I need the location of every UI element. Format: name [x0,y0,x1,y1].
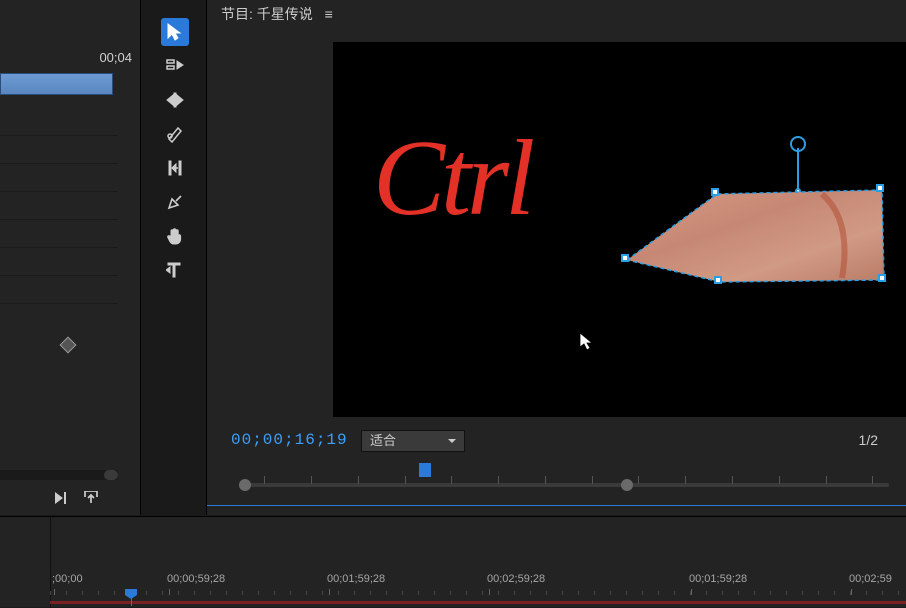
panel-active-underline [207,505,906,506]
razor-tool[interactable] [161,120,189,148]
scrub-range-end[interactable] [621,479,633,491]
zoom-fit-label: 适合 [370,433,396,448]
scrub-range-start[interactable] [239,479,251,491]
clip-bar[interactable] [0,73,113,95]
program-title[interactable]: 节目: 千星传说 ≡ [221,4,333,24]
track-row[interactable] [0,278,118,304]
selection-tool[interactable] [161,18,189,46]
track-row[interactable] [0,138,118,164]
panel-footer-icons [55,491,99,509]
scrub-playhead[interactable] [419,463,431,477]
corner-handle[interactable] [714,276,722,284]
program-scrubber[interactable] [231,465,899,495]
work-area-bar[interactable] [50,601,906,604]
type-tool[interactable] [161,256,189,284]
zoom-fit-dropdown[interactable]: 适合 [361,430,465,452]
track-row[interactable] [0,166,118,192]
ripple-edit-tool[interactable] [161,86,189,114]
tool-strip [151,10,199,510]
track-select-tool[interactable] [161,52,189,80]
scrub-track[interactable] [241,483,889,487]
timeline-playhead-head[interactable] [125,589,137,599]
mini-scrollbar[interactable] [0,470,118,480]
mini-scroll-thumb[interactable] [104,470,118,480]
track-row[interactable] [0,194,118,220]
hand-tool[interactable] [161,222,189,250]
zoom-fraction[interactable]: 1/2 [859,432,878,448]
track-row[interactable] [0,110,118,136]
ruler-label: 00;00;59;28 [167,573,225,585]
ruler-label: 00;01;59;28 [327,573,385,585]
timeline-panel: ;00;00 00;00;59;28 00;01;59;28 00;02;59;28 0… [0,516,906,607]
track-row[interactable] [0,250,118,276]
program-panel: 节目: 千星传说 ≡ Ctrl [206,0,906,515]
effects-panel: 00;04 [0,0,141,515]
track-row[interactable] [0,222,118,248]
ruler-label: 00;02;59;28 [487,573,545,585]
program-monitor[interactable]: Ctrl [333,42,906,417]
ruler-label: ;00;00 [52,573,83,585]
play-only-icon[interactable] [55,491,73,509]
mini-timecode: 00;04 [99,50,132,65]
ruler-label: 00;02;59 [849,573,892,585]
corner-handle[interactable] [878,274,886,282]
corner-handle[interactable] [711,188,719,196]
panel-menu-icon[interactable]: ≡ [325,11,333,17]
pen-tool[interactable] [161,188,189,216]
selected-clip-transform[interactable] [622,180,892,290]
corner-handle[interactable] [876,184,884,192]
corner-handle[interactable] [621,254,629,262]
keyframe-diamond-icon[interactable] [60,337,77,354]
ruler-label: 00;01;59;28 [689,573,747,585]
time-ruler[interactable]: ;00;00 00;00;59;28 00;01;59;28 00;02;59;28 0… [50,573,906,593]
handwriting-annotation: Ctrl [373,117,531,241]
selection-bounding-box[interactable] [622,180,892,290]
program-sequence-name: 千星传说 [257,6,313,22]
program-timecode[interactable]: 00;00;16;19 [231,431,348,449]
export-icon[interactable] [83,491,99,509]
program-title-prefix: 节目: [221,6,257,22]
slip-tool[interactable] [161,154,189,182]
mouse-cursor-icon [579,332,593,352]
